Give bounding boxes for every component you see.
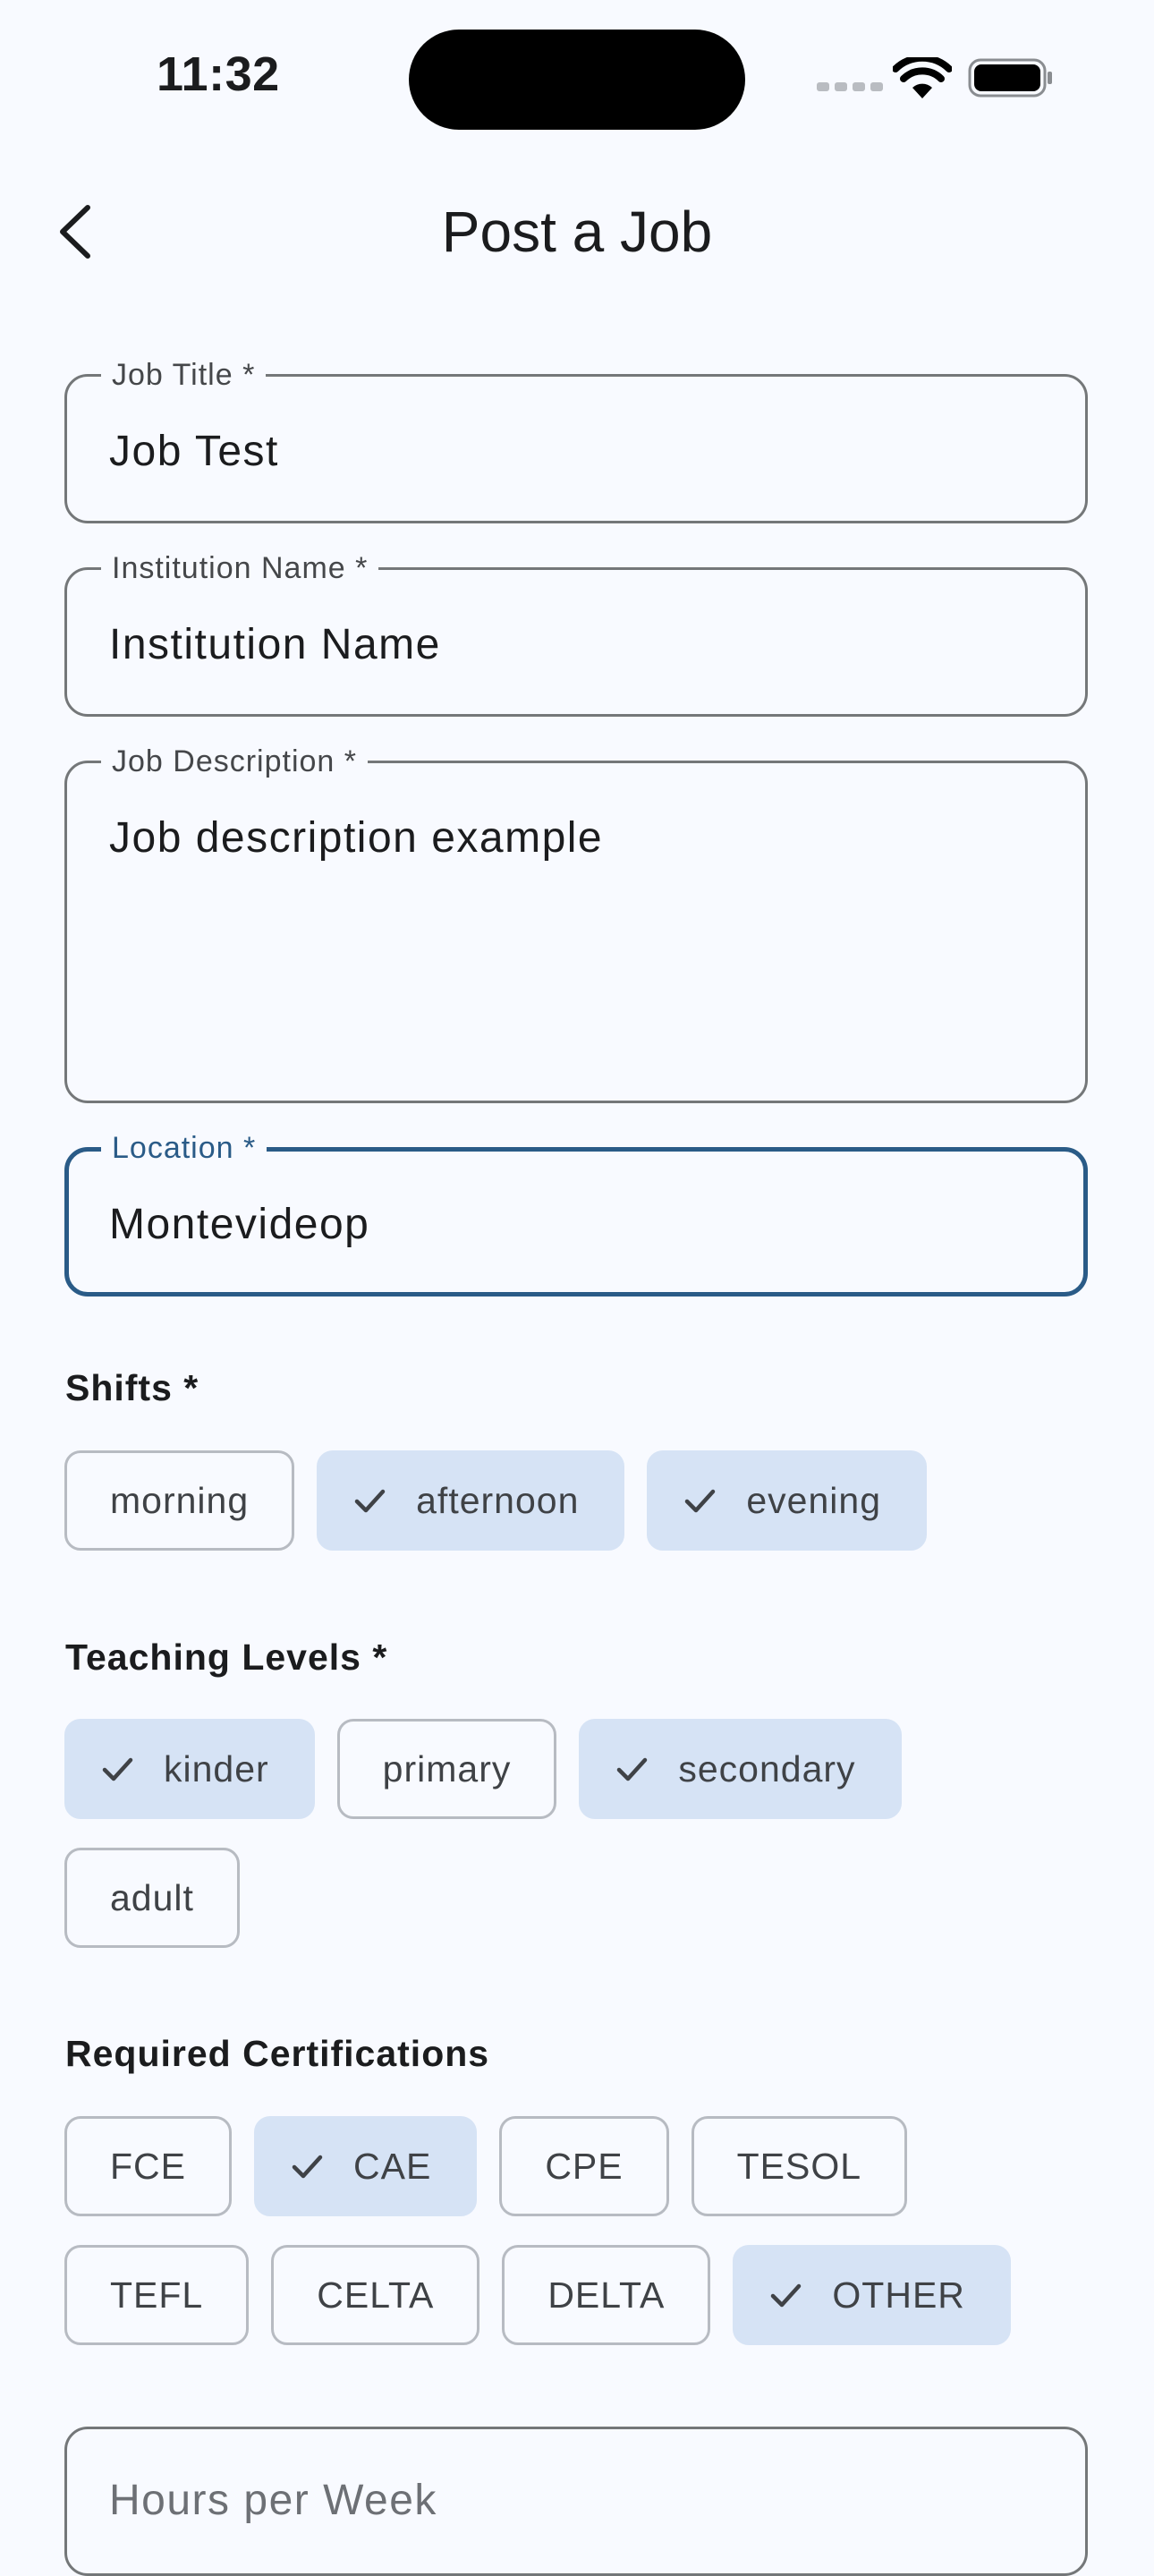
chip-label: adult	[110, 1876, 194, 1918]
chip-label: TESOL	[736, 2145, 862, 2187]
chip-label: CAE	[353, 2145, 432, 2187]
teaching-levels-chip-adult[interactable]: adult	[64, 1848, 240, 1948]
certifications-heading: Required Certifications	[65, 2033, 490, 2074]
chip-label: FCE	[110, 2145, 186, 2187]
certifications-chip-delta[interactable]: DELTA	[502, 2245, 711, 2345]
job-description-field[interactable]: Job Description * Job description exampl…	[64, 744, 1088, 1103]
institution-name-label: Institution Name *	[101, 550, 379, 586]
wifi-icon	[893, 57, 952, 98]
job-title-label: Job Title *	[101, 357, 267, 393]
chip-label: DELTA	[547, 2274, 666, 2316]
job-description-value[interactable]: Job description example	[109, 813, 603, 863]
chip-label: TEFL	[110, 2274, 204, 2316]
chip-label: secondary	[678, 1747, 856, 1790]
teaching-levels-chip-group: kinder primary secondary adult	[64, 1719, 1093, 1948]
chip-label: CELTA	[317, 2274, 435, 2316]
check-icon	[292, 2155, 323, 2179]
certifications-chip-celta[interactable]: CELTA	[271, 2245, 480, 2345]
dynamic-island	[409, 30, 745, 130]
cellular-signal-icon	[817, 82, 883, 91]
page-title: Post a Job	[441, 200, 713, 264]
certifications-chip-cpe[interactable]: CPE	[499, 2116, 669, 2216]
chip-label: CPE	[545, 2145, 624, 2187]
certifications-chip-fce[interactable]: FCE	[64, 2116, 232, 2216]
teaching-levels-chip-primary[interactable]: primary	[336, 1719, 557, 1819]
teaching-levels-chip-secondary[interactable]: secondary	[579, 1719, 902, 1819]
chip-label: morning	[110, 1479, 250, 1521]
chip-label: kinder	[164, 1747, 269, 1790]
location-label: Location *	[101, 1130, 267, 1166]
chip-label: afternoon	[416, 1479, 580, 1521]
teaching-levels-heading: Teaching Levels *	[65, 1637, 388, 1678]
job-title-value[interactable]: Job Test	[109, 427, 279, 476]
status-time: 11:32	[157, 47, 280, 101]
chip-label: evening	[746, 1479, 881, 1521]
certifications-chip-cae[interactable]: CAE	[254, 2116, 478, 2216]
check-icon	[354, 1489, 386, 1513]
check-icon	[685, 1489, 716, 1513]
chip-label: OTHER	[832, 2274, 965, 2316]
certifications-chip-group: FCE CAE CPE TESOL TEFL CELTA DELTA OTHER	[64, 2116, 1093, 2345]
battery-icon	[968, 58, 1052, 98]
certifications-chip-tefl[interactable]: TEFL	[64, 2245, 250, 2345]
job-title-field[interactable]: Job Title * Job Test	[64, 357, 1088, 523]
hours-per-week-placeholder: Hours per Week	[109, 2477, 437, 2524]
shifts-chip-afternoon[interactable]: afternoon	[317, 1450, 625, 1551]
institution-name-value[interactable]: Institution Name	[109, 620, 441, 669]
location-field[interactable]: Location * Montevideop	[64, 1130, 1088, 1297]
certifications-chip-tesol[interactable]: TESOL	[691, 2116, 908, 2216]
shifts-chip-morning[interactable]: morning	[64, 1450, 295, 1551]
check-icon	[617, 1757, 648, 1781]
job-description-label: Job Description *	[101, 744, 369, 779]
institution-name-field[interactable]: Institution Name * Institution Name	[64, 550, 1088, 717]
location-value[interactable]: Montevideop	[109, 1200, 369, 1249]
certifications-chip-other[interactable]: OTHER	[733, 2245, 1011, 2345]
check-icon	[771, 2283, 802, 2308]
shifts-heading: Shifts *	[65, 1367, 199, 1408]
shifts-chip-group: morning afternoon evening	[64, 1450, 1093, 1551]
shifts-chip-evening[interactable]: evening	[647, 1450, 927, 1551]
teaching-levels-chip-kinder[interactable]: kinder	[64, 1719, 315, 1819]
check-icon	[102, 1757, 133, 1781]
chip-label: primary	[382, 1747, 512, 1790]
